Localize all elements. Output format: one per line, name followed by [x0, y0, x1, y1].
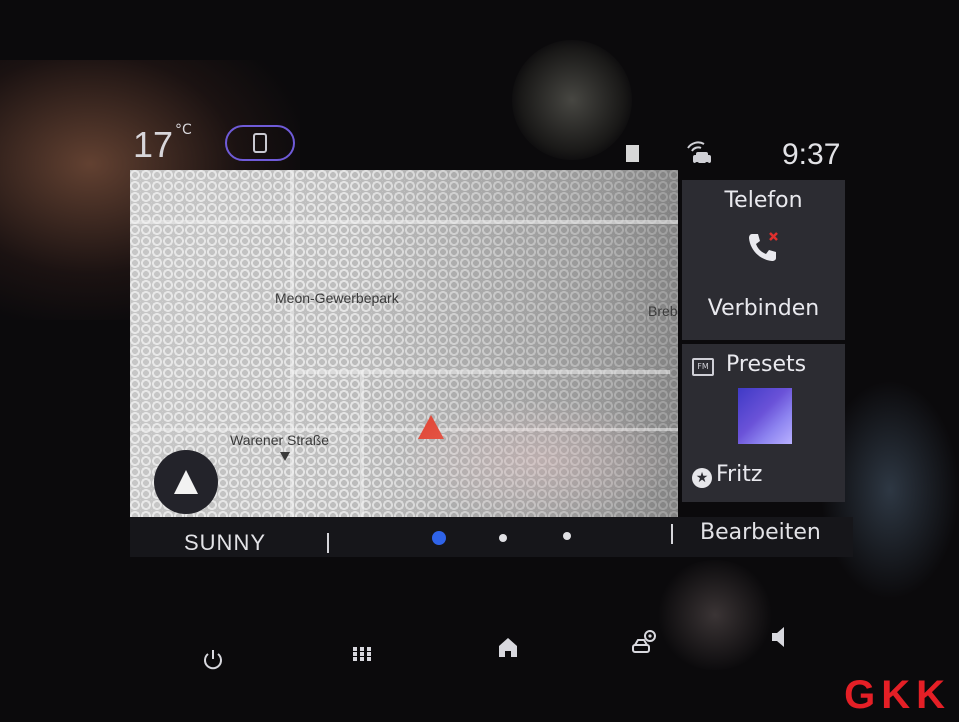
- temperature-unit: °C: [175, 122, 192, 138]
- car-settings-button[interactable]: [628, 625, 662, 659]
- map-label-street: Warener Straße: [230, 432, 330, 448]
- map-poi-marker: [280, 452, 290, 461]
- radio-widget[interactable]: FM Presets ★ Fritz: [682, 344, 845, 502]
- map-road: [130, 220, 678, 224]
- page-indicator-dot-active[interactable]: [432, 531, 446, 545]
- fm-radio-icon: FM: [692, 358, 714, 376]
- home-icon: [499, 638, 517, 657]
- volume-button[interactable]: [763, 620, 797, 654]
- phone-projection-button[interactable]: [225, 125, 295, 161]
- connected-car-icon: [687, 141, 711, 166]
- navigation-map[interactable]: Meon-Gewerbepark Warener Straße Breb: [130, 170, 678, 517]
- radio-widget-title: Presets: [726, 352, 807, 377]
- station-name: Fritz: [716, 462, 763, 487]
- sd-card-icon: [626, 145, 639, 162]
- map-road: [290, 170, 294, 517]
- vehicle-position-arrow: [418, 415, 444, 439]
- car-settings-icon: [632, 630, 656, 653]
- apps-grid-icon: [353, 647, 371, 661]
- page-indicator-dot[interactable]: [563, 532, 571, 540]
- map-road: [360, 370, 364, 517]
- clock: 9:37: [782, 138, 841, 171]
- map-road: [130, 428, 678, 431]
- connect-phone-button[interactable]: Verbinden: [682, 296, 845, 321]
- page-indicator-dot[interactable]: [499, 534, 507, 542]
- favorite-star-icon: ★: [692, 468, 712, 488]
- map-label-area: Meon-Gewerbepark: [275, 290, 399, 306]
- home-button[interactable]: [491, 630, 525, 664]
- navigation-arrow-icon: [174, 470, 198, 494]
- map-road: [290, 370, 670, 374]
- edit-button[interactable]: Bearbeiten: [700, 520, 821, 545]
- apps-button[interactable]: [345, 637, 379, 671]
- outside-temperature: 17: [133, 124, 174, 165]
- volume-icon: [772, 627, 784, 647]
- power-button[interactable]: [196, 643, 230, 677]
- power-icon: [204, 650, 222, 670]
- watermark-logo: GKK: [844, 673, 951, 717]
- recenter-button[interactable]: [154, 450, 218, 514]
- phone-widget[interactable]: Telefon Verbinden: [682, 180, 845, 340]
- weather-label: SUNNY: [184, 530, 267, 555]
- map-label-edge: Breb: [648, 303, 678, 319]
- photo-glare: [655, 560, 775, 670]
- divider: [671, 524, 673, 544]
- divider: [327, 533, 329, 553]
- phone-disconnected-icon: [749, 232, 778, 261]
- phone-widget-title: Telefon: [724, 188, 803, 213]
- phone-projection-icon: [253, 133, 267, 153]
- photo-glare: [512, 40, 632, 160]
- station-artwork[interactable]: [738, 388, 792, 444]
